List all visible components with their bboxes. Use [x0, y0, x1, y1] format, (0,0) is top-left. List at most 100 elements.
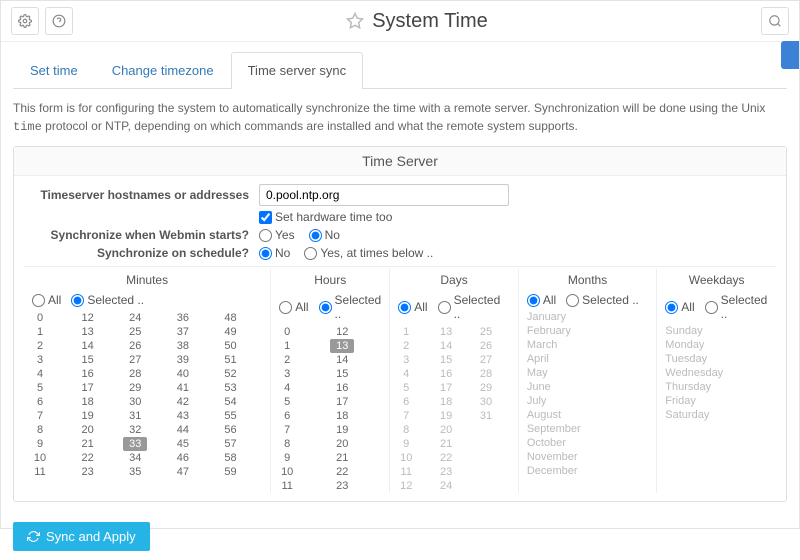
cell-51[interactable]: 51	[219, 353, 243, 367]
star-icon[interactable]	[346, 12, 364, 30]
cell-2[interactable]: 2	[28, 339, 52, 353]
cell-36[interactable]: 36	[171, 311, 195, 325]
cell-1[interactable]: 1	[275, 339, 299, 353]
cell-7[interactable]: 7	[275, 423, 299, 437]
cell-june[interactable]: June	[523, 381, 652, 395]
cell-saturday[interactable]: Saturday	[661, 409, 772, 423]
cell-29[interactable]: 29	[123, 381, 147, 395]
cell-23[interactable]: 23	[434, 465, 458, 479]
cell-15[interactable]: 15	[330, 367, 354, 381]
cell-0[interactable]: 0	[275, 325, 299, 339]
cell-34[interactable]: 34	[123, 451, 147, 465]
cell-10[interactable]: 10	[394, 451, 418, 465]
cell-february[interactable]: February	[523, 325, 652, 339]
cell-14[interactable]: 14	[434, 339, 458, 353]
cell-52[interactable]: 52	[219, 367, 243, 381]
cell-18[interactable]: 18	[76, 395, 100, 409]
cell-23[interactable]: 23	[76, 465, 100, 479]
cell-monday[interactable]: Monday	[661, 339, 772, 353]
cell-27[interactable]: 27	[474, 353, 498, 367]
cell-41[interactable]: 41	[171, 381, 195, 395]
cell-13[interactable]: 13	[434, 325, 458, 339]
cell-22[interactable]: 22	[330, 465, 354, 479]
cell-9[interactable]: 9	[28, 437, 52, 451]
cell-7[interactable]: 7	[28, 409, 52, 423]
cell-10[interactable]: 10	[28, 451, 52, 465]
cell-57[interactable]: 57	[219, 437, 243, 451]
cell-35[interactable]: 35	[123, 465, 147, 479]
cell-0[interactable]: 0	[28, 311, 52, 325]
cell-april[interactable]: April	[523, 353, 652, 367]
cell-4[interactable]: 4	[394, 367, 418, 381]
cell-wednesday[interactable]: Wednesday	[661, 367, 772, 381]
cell-47[interactable]: 47	[171, 465, 195, 479]
cell-53[interactable]: 53	[219, 381, 243, 395]
cell-11[interactable]: 11	[275, 479, 299, 493]
cell-5[interactable]: 5	[28, 381, 52, 395]
cell-may[interactable]: May	[523, 367, 652, 381]
cell-2[interactable]: 2	[394, 339, 418, 353]
cell-27[interactable]: 27	[123, 353, 147, 367]
cell-18[interactable]: 18	[330, 409, 354, 423]
cell-15[interactable]: 15	[76, 353, 100, 367]
cell-12[interactable]: 12	[330, 325, 354, 339]
cell-friday[interactable]: Friday	[661, 395, 772, 409]
days-all[interactable]: All	[398, 293, 427, 321]
cell-31[interactable]: 31	[123, 409, 147, 423]
cell-march[interactable]: March	[523, 339, 652, 353]
cell-september[interactable]: September	[523, 423, 652, 437]
minutes-all[interactable]: All	[32, 293, 61, 307]
cell-48[interactable]: 48	[219, 311, 243, 325]
boot-no[interactable]: No	[309, 228, 340, 242]
cell-21[interactable]: 21	[434, 437, 458, 451]
cell-16[interactable]: 16	[76, 367, 100, 381]
months-selected[interactable]: Selected ..	[566, 293, 639, 307]
cell-25[interactable]: 25	[474, 325, 498, 339]
cell-38[interactable]: 38	[171, 339, 195, 353]
cell-16[interactable]: 16	[434, 367, 458, 381]
sched-yes[interactable]: Yes, at times below ..	[304, 246, 433, 260]
cell-6[interactable]: 6	[275, 409, 299, 423]
cell-4[interactable]: 4	[275, 381, 299, 395]
cell-20[interactable]: 20	[434, 423, 458, 437]
cell-august[interactable]: August	[523, 409, 652, 423]
cell-6[interactable]: 6	[28, 395, 52, 409]
cell-18[interactable]: 18	[434, 395, 458, 409]
cell-tuesday[interactable]: Tuesday	[661, 353, 772, 367]
cell-3[interactable]: 3	[28, 353, 52, 367]
cell-3[interactable]: 3	[275, 367, 299, 381]
side-tab[interactable]	[781, 41, 799, 69]
cell-22[interactable]: 22	[434, 451, 458, 465]
cell-33[interactable]: 33	[123, 437, 147, 451]
cell-january[interactable]: January	[523, 311, 652, 325]
cell-55[interactable]: 55	[219, 409, 243, 423]
cell-19[interactable]: 19	[330, 423, 354, 437]
cell-56[interactable]: 56	[219, 423, 243, 437]
boot-yes[interactable]: Yes	[259, 228, 295, 242]
cell-5[interactable]: 5	[275, 395, 299, 409]
cell-22[interactable]: 22	[76, 451, 100, 465]
cell-54[interactable]: 54	[219, 395, 243, 409]
cell-17[interactable]: 17	[330, 395, 354, 409]
cell-1[interactable]: 1	[394, 325, 418, 339]
cell-26[interactable]: 26	[474, 339, 498, 353]
cell-sunday[interactable]: Sunday	[661, 325, 772, 339]
cell-8[interactable]: 8	[394, 423, 418, 437]
cell-17[interactable]: 17	[434, 381, 458, 395]
cell-15[interactable]: 15	[434, 353, 458, 367]
cell-45[interactable]: 45	[171, 437, 195, 451]
cell-4[interactable]: 4	[28, 367, 52, 381]
cell-7[interactable]: 7	[394, 409, 418, 423]
tab-change-timezone[interactable]: Change timezone	[95, 52, 231, 88]
weekdays-all[interactable]: All	[665, 293, 694, 321]
cell-25[interactable]: 25	[123, 325, 147, 339]
months-all[interactable]: All	[527, 293, 556, 307]
cell-20[interactable]: 20	[76, 423, 100, 437]
cell-13[interactable]: 13	[76, 325, 100, 339]
cell-11[interactable]: 11	[28, 465, 52, 479]
cell-19[interactable]: 19	[76, 409, 100, 423]
cell-30[interactable]: 30	[123, 395, 147, 409]
minutes-selected[interactable]: Selected ..	[71, 293, 144, 307]
cell-8[interactable]: 8	[28, 423, 52, 437]
cell-31[interactable]: 31	[474, 409, 498, 423]
